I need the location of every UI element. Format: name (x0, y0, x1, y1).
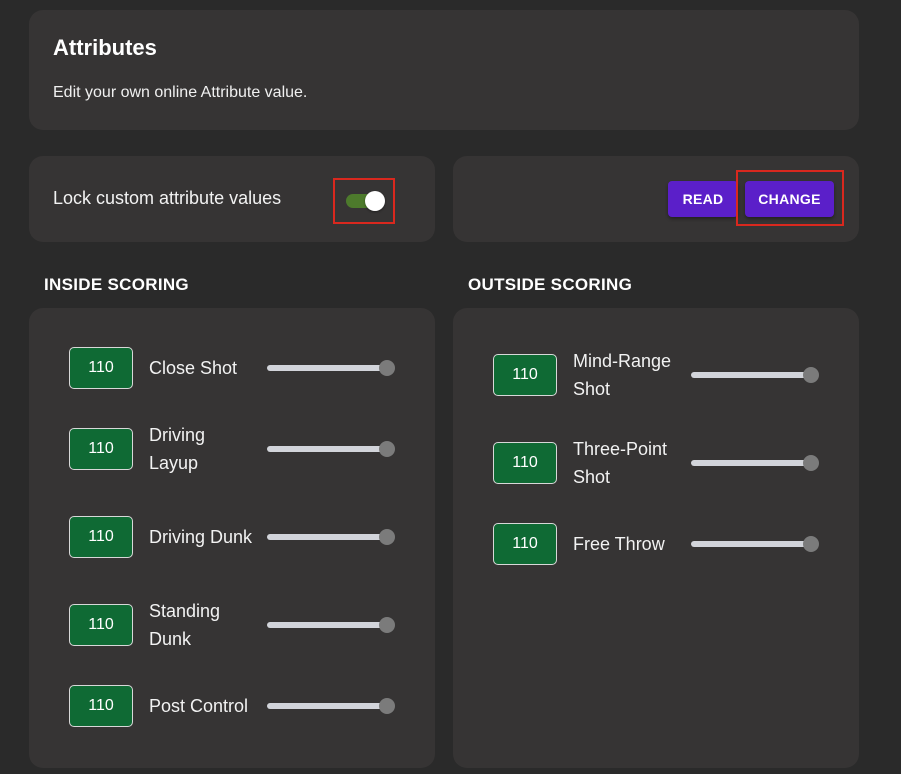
slider-thumb[interactable] (379, 441, 395, 457)
slider-track (691, 541, 815, 547)
attribute-name: Close Shot (149, 358, 238, 378)
attribute-value-input[interactable]: 110 (69, 428, 133, 470)
slider-thumb[interactable] (379, 360, 395, 376)
lock-attributes-card: Lock custom attribute values (29, 156, 435, 242)
toggle-thumb (365, 191, 385, 211)
slider-thumb[interactable] (803, 455, 819, 471)
mode-buttons-card: READ CHANGE (453, 156, 859, 242)
attribute-value-input[interactable]: 110 (69, 516, 133, 558)
attribute-value-input[interactable]: 110 (69, 604, 133, 646)
lock-attributes-toggle[interactable] (346, 191, 385, 211)
inside-scoring-title: INSIDE SCORING (44, 275, 189, 294)
attribute-name: Mind-Range Shot (573, 351, 672, 399)
attribute-value-input[interactable]: 110 (69, 347, 133, 389)
attribute-value-input[interactable]: 110 (493, 442, 557, 484)
attribute-slider[interactable] (267, 617, 395, 633)
attribute-row-close-shot: 110 Close Shot (69, 338, 399, 398)
read-button[interactable]: READ (668, 181, 738, 217)
slider-thumb[interactable] (379, 617, 395, 633)
slider-thumb[interactable] (379, 529, 395, 545)
attribute-name: Free Throw (573, 534, 665, 554)
attribute-slider[interactable] (691, 536, 819, 552)
attribute-row-driving-layup: 110 Driving Layup (69, 419, 399, 479)
attributes-header-card: Attributes Edit your own online Attribut… (29, 10, 859, 130)
slider-track (267, 703, 391, 709)
attribute-name: Post Control (149, 696, 249, 716)
outside-scoring-title: OUTSIDE SCORING (468, 275, 633, 294)
lock-toggle-highlight (333, 178, 395, 224)
outside-scoring-card: 110 Mind-Range Shot 110 Three-Point Shot… (453, 308, 859, 768)
attribute-value-input[interactable]: 110 (493, 354, 557, 396)
slider-thumb[interactable] (379, 698, 395, 714)
slider-track (267, 622, 391, 628)
attribute-row-mid-range-shot: 110 Mind-Range Shot (493, 345, 823, 405)
attribute-row-standing-dunk: 110 Standing Dunk (69, 595, 399, 655)
attribute-slider[interactable] (267, 441, 395, 457)
slider-track (691, 372, 815, 378)
attribute-name: Three-Point Shot (573, 439, 668, 487)
attribute-slider[interactable] (691, 367, 819, 383)
page-title: Attributes (53, 35, 157, 60)
lock-attributes-label: Lock custom attribute values (53, 188, 282, 208)
attribute-slider[interactable] (267, 698, 395, 714)
attribute-name: Driving Dunk (149, 527, 253, 547)
attribute-value-input[interactable]: 110 (493, 523, 557, 565)
attribute-slider[interactable] (267, 360, 395, 376)
page-subtitle: Edit your own online Attribute value. (53, 84, 308, 101)
slider-track (267, 365, 391, 371)
attribute-value-input[interactable]: 110 (69, 685, 133, 727)
attribute-row-three-point-shot: 110 Three-Point Shot (493, 433, 823, 493)
slider-thumb[interactable] (803, 536, 819, 552)
attribute-row-free-throw: 110 Free Throw (493, 514, 823, 574)
inside-scoring-card: 110 Close Shot 110 Driving Layup 110 Dri… (29, 308, 435, 768)
change-button[interactable]: CHANGE (745, 181, 834, 217)
attribute-name: Standing Dunk (149, 601, 221, 649)
attribute-name: Driving Layup (149, 425, 206, 473)
attribute-slider[interactable] (267, 529, 395, 545)
attribute-row-driving-dunk: 110 Driving Dunk (69, 507, 399, 567)
attribute-slider[interactable] (691, 455, 819, 471)
slider-track (267, 446, 391, 452)
attribute-row-post-control: 110 Post Control (69, 676, 399, 736)
slider-track (267, 534, 391, 540)
slider-track (691, 460, 815, 466)
slider-thumb[interactable] (803, 367, 819, 383)
